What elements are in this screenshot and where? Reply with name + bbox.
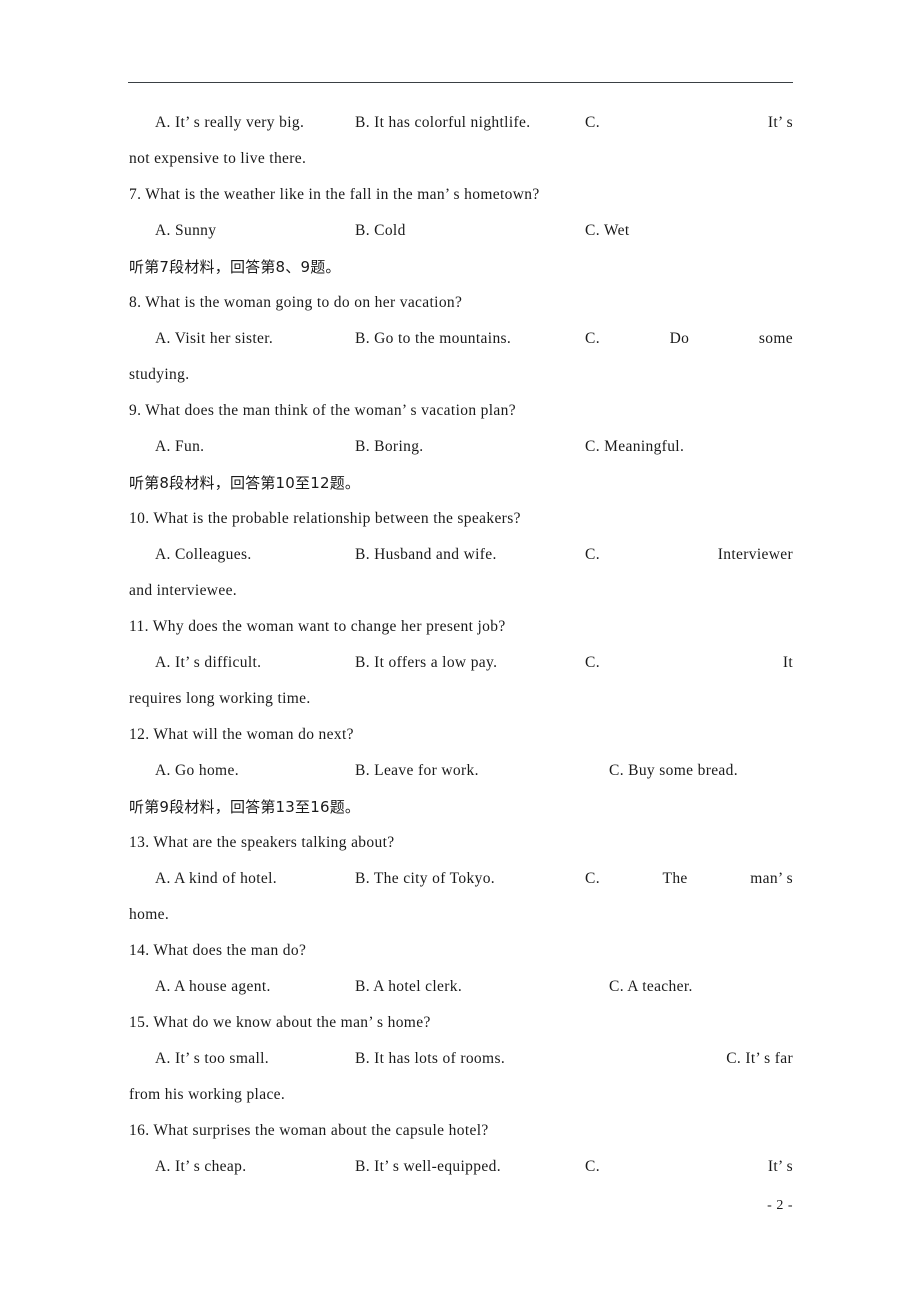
instruction-passage-9: 听第9段材料，回答第13至16题。 bbox=[129, 798, 361, 816]
option-a: A. A kind of hotel. bbox=[155, 870, 278, 887]
option-a: A. Go home. bbox=[155, 762, 239, 779]
option-c: C. The man’ s bbox=[585, 861, 793, 897]
option-c-text-2: some bbox=[758, 330, 793, 347]
continuation-line: requires long working time. bbox=[129, 690, 311, 707]
header-divider bbox=[128, 82, 793, 83]
instruction-passage-8: 听第8段材料，回答第10至12题。 bbox=[129, 474, 361, 492]
option-row: A. A kind of hotel. B. The city of Tokyo… bbox=[129, 861, 793, 897]
option-row: A. Visit her sister. B. Go to the mounta… bbox=[129, 321, 793, 357]
option-c: C. It’ s bbox=[585, 1149, 793, 1185]
option-a: A. It’ s difficult. bbox=[155, 654, 262, 671]
option-a: A. Sunny bbox=[155, 222, 217, 239]
option-row: A. Go home. B. Leave for work. C. Buy so… bbox=[129, 753, 793, 789]
option-c: C. Buy some bread. bbox=[609, 762, 738, 779]
option-c: C. Interviewer bbox=[585, 537, 793, 573]
option-c: C. It bbox=[585, 645, 793, 681]
option-c-text-2: man’ s bbox=[750, 870, 793, 887]
option-c: C. Meaningful. bbox=[585, 438, 685, 455]
page-number: - 2 - bbox=[767, 1198, 793, 1213]
question-12: 12. What will the woman do next? bbox=[129, 726, 354, 743]
option-c-text: It’ s bbox=[767, 1158, 793, 1175]
option-c: C. Do some bbox=[585, 321, 793, 357]
option-row: A. It’ s difficult. B. It offers a low p… bbox=[129, 645, 793, 681]
option-c-label: C. bbox=[585, 1158, 600, 1175]
continuation-line: and interviewee. bbox=[129, 582, 238, 599]
option-row: A. A house agent. B. A hotel clerk. C. A… bbox=[129, 969, 793, 1005]
option-b: B. Boring. bbox=[355, 438, 424, 455]
exam-page: A. It’ s really very big. B. It has colo… bbox=[0, 0, 920, 1302]
option-b: B. Leave for work. bbox=[355, 762, 479, 779]
option-row: A. Colleagues. B. Husband and wife. C. I… bbox=[129, 537, 793, 573]
continuation-line: not expensive to live there. bbox=[129, 150, 307, 167]
option-row: A. It’ s too small. B. It has lots of ro… bbox=[129, 1041, 793, 1077]
continuation-line: studying. bbox=[129, 366, 190, 383]
option-a: A. Colleagues. bbox=[155, 546, 252, 563]
listening-questions-body: A. It’ s really very big. B. It has colo… bbox=[129, 105, 793, 1185]
option-a: A. It’ s really very big. bbox=[155, 114, 305, 131]
continuation-line: from his working place. bbox=[129, 1086, 286, 1103]
question-8: 8. What is the woman going to do on her … bbox=[129, 294, 463, 311]
option-c: C. Wet bbox=[585, 222, 630, 239]
option-a: A. Fun. bbox=[155, 438, 205, 455]
option-b: B. Go to the mountains. bbox=[355, 330, 512, 347]
option-b: B. It has lots of rooms. bbox=[355, 1050, 506, 1067]
option-b: B. Husband and wife. bbox=[355, 546, 497, 563]
option-c-text: Interviewer bbox=[717, 546, 793, 563]
option-b: B. It has colorful nightlife. bbox=[355, 114, 531, 131]
continuation-line: home. bbox=[129, 906, 170, 923]
option-c-text: The bbox=[662, 870, 688, 887]
option-a: A. It’ s cheap. bbox=[155, 1158, 247, 1175]
option-c: C. A teacher. bbox=[609, 978, 693, 995]
question-16: 16. What surprises the woman about the c… bbox=[129, 1122, 489, 1139]
question-15: 15. What do we know about the man’ s hom… bbox=[129, 1014, 431, 1031]
question-9: 9. What does the man think of the woman’… bbox=[129, 402, 516, 419]
option-b: B. The city of Tokyo. bbox=[355, 870, 496, 887]
instruction-passage-7: 听第7段材料，回答第8、9题。 bbox=[129, 258, 341, 276]
question-14: 14. What does the man do? bbox=[129, 942, 307, 959]
option-row: A. It’ s cheap. B. It’ s well-equipped. … bbox=[129, 1149, 793, 1185]
option-row: A. Sunny B. Cold C. Wet bbox=[129, 213, 793, 249]
option-c-text: It bbox=[782, 654, 793, 671]
option-c: C. It’ s far bbox=[726, 1050, 793, 1067]
option-c-text: Do bbox=[669, 330, 690, 347]
option-c-label: C. bbox=[585, 654, 600, 671]
option-b: B. It’ s well-equipped. bbox=[355, 1158, 501, 1175]
option-a: A. A house agent. bbox=[155, 978, 271, 995]
option-c-label: C. bbox=[585, 546, 600, 563]
option-c-label: C. bbox=[585, 870, 600, 887]
option-b: B. It offers a low pay. bbox=[355, 654, 498, 671]
option-row: A. It’ s really very big. B. It has colo… bbox=[129, 105, 793, 141]
option-a: A. Visit her sister. bbox=[155, 330, 274, 347]
question-7: 7. What is the weather like in the fall … bbox=[129, 186, 540, 203]
option-row: A. Fun. B. Boring. C. Meaningful. bbox=[129, 429, 793, 465]
option-b: B. A hotel clerk. bbox=[355, 978, 463, 995]
question-11: 11. Why does the woman want to change he… bbox=[129, 618, 506, 635]
option-c-label: C. bbox=[585, 330, 600, 347]
option-c-text: It’ s bbox=[767, 114, 793, 131]
option-b: B. Cold bbox=[355, 222, 406, 239]
question-10: 10. What is the probable relationship be… bbox=[129, 510, 521, 527]
option-c: C. It’ s bbox=[585, 105, 793, 141]
option-c-label: C. bbox=[585, 114, 600, 131]
option-a: A. It’ s too small. bbox=[155, 1050, 269, 1067]
question-13: 13. What are the speakers talking about? bbox=[129, 834, 395, 851]
